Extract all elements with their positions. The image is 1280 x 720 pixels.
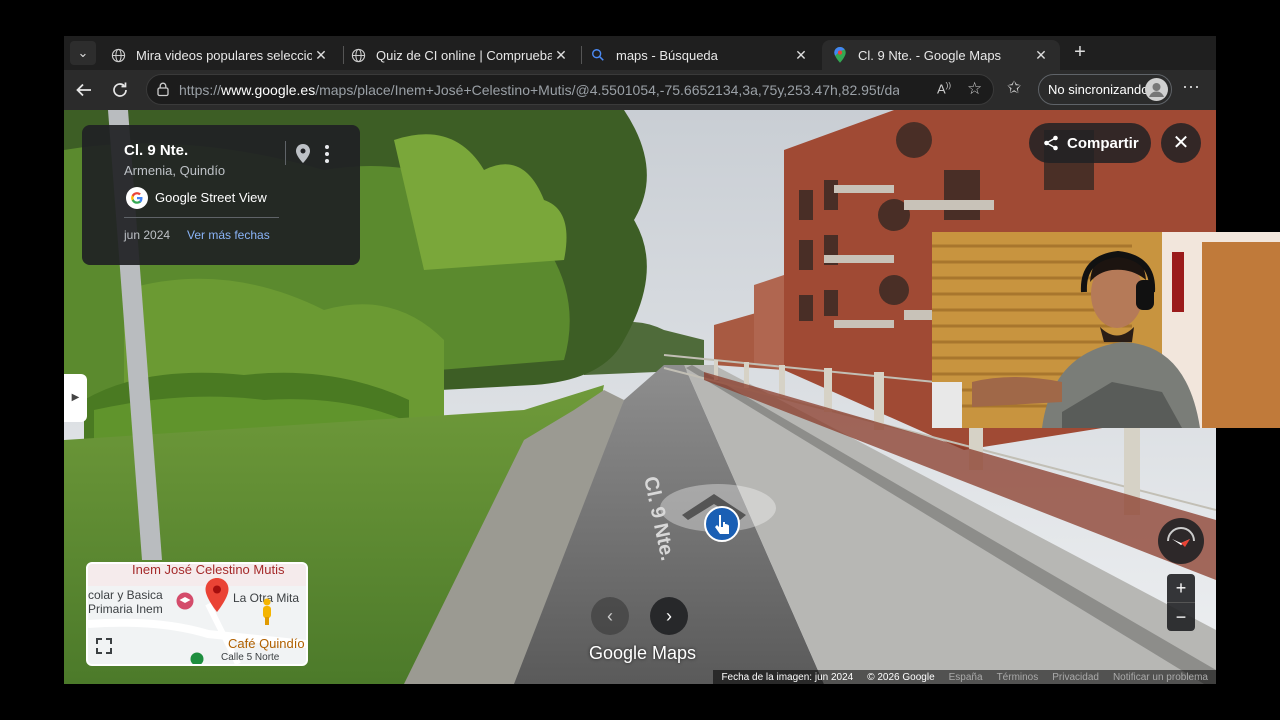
google-maps-icon bbox=[832, 47, 848, 63]
divider bbox=[285, 141, 286, 165]
tab-strip: ⌄ Mira videos populares seleccionados ✕ … bbox=[64, 36, 1216, 70]
minimap[interactable]: Inem José Celestino Mutis colar y Basica… bbox=[86, 562, 308, 666]
location-info-card: Cl. 9 Nte. Armenia, Quindío Google Stree… bbox=[82, 125, 360, 265]
favorites-icon[interactable]: ✩ bbox=[1007, 78, 1021, 98]
reload-button[interactable] bbox=[108, 78, 132, 102]
copyright: © 2026 Google bbox=[867, 671, 935, 683]
image-date: Fecha de la imagen: jun 2024 bbox=[721, 671, 854, 683]
reload-icon bbox=[113, 82, 127, 97]
expand-icon[interactable] bbox=[94, 636, 114, 656]
close-tab-icon[interactable]: ✕ bbox=[552, 47, 570, 64]
close-tab-icon[interactable]: ✕ bbox=[1032, 47, 1050, 64]
webcam-overlay bbox=[932, 232, 1280, 428]
location-pin-icon[interactable] bbox=[204, 577, 230, 613]
previous-button[interactable]: ‹ bbox=[591, 597, 629, 635]
share-label: Compartir bbox=[1067, 134, 1139, 152]
tab-label: Quiz de CI online | Comprueba tu bbox=[376, 47, 552, 63]
zoom-control: + − bbox=[1167, 574, 1195, 631]
lock-icon[interactable] bbox=[155, 81, 171, 97]
plus-icon: + bbox=[1074, 41, 1086, 63]
share-button[interactable]: Compartir bbox=[1029, 123, 1151, 163]
globe-icon bbox=[350, 47, 366, 63]
minimap-label: Inem José Celestino Mutis bbox=[132, 562, 285, 577]
chevron-down-icon: ⌄ bbox=[77, 45, 89, 60]
tab-label: Mira videos populares seleccionados bbox=[136, 47, 312, 63]
hand-cursor-icon bbox=[704, 506, 740, 542]
star-icon[interactable]: ☆ bbox=[967, 79, 982, 99]
minimap-label: colar y Basica bbox=[88, 588, 163, 602]
minus-icon: − bbox=[1175, 607, 1187, 627]
compass-control[interactable] bbox=[1158, 518, 1204, 564]
caret-right-icon: ▶ bbox=[71, 392, 80, 403]
privacy-link[interactable]: Privacidad bbox=[1052, 672, 1099, 683]
url-host: www.google.es bbox=[221, 82, 316, 98]
minimap-label: Primaria Inem bbox=[88, 602, 163, 616]
divider bbox=[124, 217, 279, 218]
map-footer: Fecha de la imagen: jun 2024 © 2026 Goog… bbox=[713, 670, 1216, 684]
arrow-left-icon bbox=[76, 83, 91, 97]
zoom-in-button[interactable]: + bbox=[1167, 574, 1195, 602]
plus-icon: + bbox=[1175, 578, 1187, 598]
back-button[interactable] bbox=[72, 78, 96, 102]
share-icon bbox=[1044, 135, 1058, 151]
url-prefix: https:// bbox=[179, 82, 222, 98]
new-tab-button[interactable]: + bbox=[1068, 41, 1092, 65]
avatar bbox=[1145, 78, 1168, 101]
close-street-view-button[interactable]: ✕ bbox=[1161, 123, 1201, 163]
tab-label: Cl. 9 Nte. - Google Maps bbox=[858, 47, 1002, 63]
globe-icon bbox=[110, 47, 126, 63]
terms-link[interactable]: Términos bbox=[997, 672, 1039, 683]
toolbar: https://www.google.es/maps/place/Inem+Jo… bbox=[64, 70, 1216, 110]
tab-google-maps[interactable]: Cl. 9 Nte. - Google Maps ✕ bbox=[822, 40, 1060, 70]
chevron-right-icon: › bbox=[666, 606, 672, 626]
pegman-icon[interactable] bbox=[260, 598, 274, 626]
more-dates-link[interactable]: Ver más fechas bbox=[187, 228, 270, 242]
next-button[interactable]: › bbox=[650, 597, 688, 635]
compass-icon bbox=[1167, 527, 1195, 547]
webcam-feed bbox=[932, 232, 1280, 428]
close-tab-icon[interactable]: ✕ bbox=[792, 47, 810, 64]
location-subtitle: Armenia, Quindío bbox=[124, 163, 226, 178]
minimap-label: Calle 5 Norte bbox=[221, 652, 280, 663]
profile-label: No sincronizando bbox=[1048, 82, 1149, 97]
url-text[interactable]: https://www.google.es/maps/place/Inem+Jo… bbox=[179, 82, 899, 98]
address-bar[interactable]: https://www.google.es/maps/place/Inem+Jo… bbox=[146, 74, 994, 105]
street-view-source: Google Street View bbox=[155, 190, 267, 205]
tab-maps-search[interactable]: maps - Búsqueda ✕ bbox=[580, 40, 820, 70]
tab-label: maps - Búsqueda bbox=[616, 47, 718, 63]
school-marker-icon[interactable] bbox=[176, 592, 194, 610]
zoom-out-button[interactable]: − bbox=[1167, 602, 1195, 631]
read-aloud-icon[interactable]: A)) bbox=[937, 81, 951, 96]
more-menu-icon[interactable]: ··· bbox=[1182, 76, 1200, 97]
close-icon: ✕ bbox=[1172, 132, 1190, 154]
capture-date: jun 2024 bbox=[124, 228, 171, 242]
tab-quiz[interactable]: Quiz de CI online | Comprueba tu ✕ bbox=[340, 40, 580, 70]
profile-button[interactable]: No sincronizando bbox=[1038, 74, 1172, 105]
tab-videos[interactable]: Mira videos populares seleccionados ✕ bbox=[100, 40, 340, 70]
country-link[interactable]: España bbox=[949, 672, 983, 683]
minimap-label: Café Quindío bbox=[228, 636, 305, 651]
tab-actions-menu[interactable]: ⌄ bbox=[70, 41, 96, 65]
google-maps-logo: Google Maps bbox=[589, 643, 697, 663]
side-panel-toggle[interactable]: ▶ bbox=[64, 374, 87, 422]
map-pin-icon[interactable] bbox=[294, 143, 312, 165]
url-path: /maps/place/Inem+José+Celestino+Mutis/@4… bbox=[315, 82, 899, 98]
place-marker-icon bbox=[190, 652, 204, 664]
search-icon bbox=[590, 47, 606, 63]
report-problem-link[interactable]: Notificar un problema bbox=[1113, 672, 1208, 683]
google-g-icon bbox=[126, 187, 148, 209]
close-tab-icon[interactable]: ✕ bbox=[312, 47, 330, 64]
chevron-left-icon: ‹ bbox=[607, 606, 613, 626]
location-title: Cl. 9 Nte. bbox=[124, 142, 189, 159]
more-vert-icon[interactable] bbox=[322, 143, 332, 165]
